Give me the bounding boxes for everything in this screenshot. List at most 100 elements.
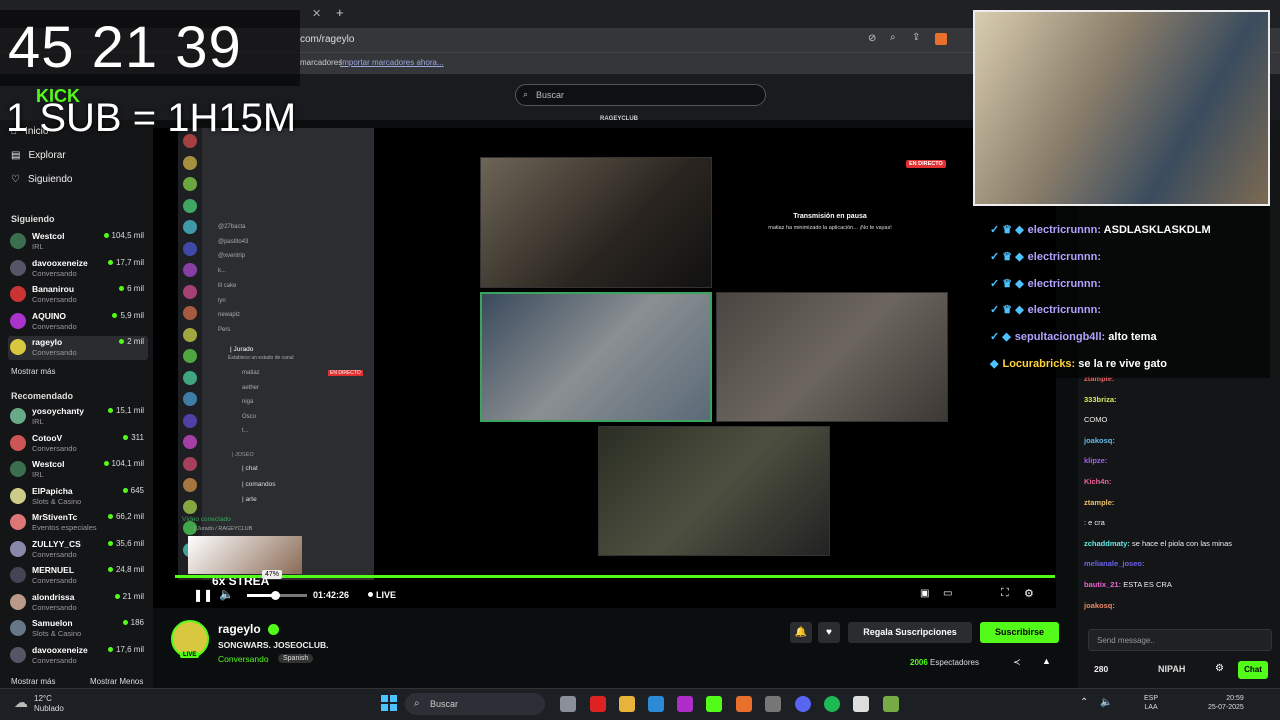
server-icon[interactable]	[183, 456, 197, 471]
settings-icon[interactable]: ⚙	[1024, 587, 1034, 600]
speaker-icon[interactable]: 🔈	[1100, 697, 1112, 708]
show-more-recommended[interactable]: Mostrar más	[11, 677, 55, 686]
chat-settings-icon[interactable]: ⚙	[1215, 663, 1224, 674]
server-icon[interactable]	[183, 392, 197, 406]
channel-item[interactable]: Westcol IRL 104,5 mil	[8, 230, 148, 254]
taskbar-search[interactable]: ⌕ Buscar	[405, 693, 545, 715]
live-indicator[interactable]: LIVE	[368, 590, 396, 600]
minecraft-icon[interactable]	[883, 696, 899, 712]
kick-app-icon[interactable]	[706, 696, 722, 712]
server-icon[interactable]	[183, 306, 197, 320]
discord-voice-user[interactable]: t...	[242, 428, 249, 434]
chat-username[interactable]: joakosq:	[1084, 436, 1115, 445]
discord-user[interactable]: @27bacta	[218, 224, 245, 230]
channel-item[interactable]: MERNUEL Conversando 24,8 mil	[8, 564, 148, 588]
server-icon[interactable]	[183, 499, 197, 514]
chat-username[interactable]: joakosq:	[1084, 601, 1115, 610]
discord-voice-user[interactable]: niga	[242, 399, 253, 405]
app-icon[interactable]	[853, 696, 869, 712]
spotify-icon[interactable]	[824, 696, 840, 712]
server-icon[interactable]	[183, 370, 197, 385]
discord-user[interactable]: lyn	[218, 298, 226, 304]
discord-user[interactable]: k...	[218, 268, 226, 274]
server-icon[interactable]	[183, 413, 197, 428]
brave-icon[interactable]	[736, 696, 752, 712]
file-explorer-icon[interactable]	[619, 696, 635, 712]
server-icon[interactable]	[183, 349, 197, 363]
server-icon[interactable]	[183, 435, 197, 449]
chevron-up-icon[interactable]: ⌃	[1080, 697, 1088, 708]
search-input[interactable]: ⌕ Buscar	[515, 84, 766, 106]
discord-text-channel[interactable]: | chat	[242, 465, 258, 472]
discord-text-channel[interactable]: | comandos	[242, 481, 275, 488]
tracking-icon[interactable]: ⊘	[868, 33, 876, 44]
server-icon[interactable]	[183, 478, 197, 492]
chat-username[interactable]: melianale_joseo:	[1084, 559, 1144, 568]
discord-voice-user[interactable]: Osco	[242, 414, 256, 420]
report-icon[interactable]: ▲	[1042, 656, 1051, 666]
discord-user[interactable]: @xventrip	[218, 253, 245, 259]
server-icon[interactable]	[183, 284, 197, 299]
chat-username[interactable]: klipze:	[1084, 456, 1107, 465]
url-text[interactable]: com/rageylo	[300, 34, 354, 45]
fullscreen-icon[interactable]: ⛶	[1001, 587, 1009, 600]
channel-item[interactable]: ZULLYY_CS Conversando 35,6 mil	[8, 538, 148, 562]
show-more-following[interactable]: Mostrar más	[11, 367, 55, 376]
show-less-button[interactable]: Mostrar Menos	[90, 677, 143, 686]
discord-voice-user[interactable]: aether	[242, 385, 259, 391]
zoom-icon[interactable]: ⌕	[890, 32, 896, 43]
chat-username[interactable]: 333briza:	[1084, 395, 1117, 404]
discord-user[interactable]: newaplz	[218, 312, 240, 318]
discord-channel-jurado[interactable]: | Jurado	[230, 346, 253, 353]
progress-bar[interactable]	[175, 575, 1055, 578]
follow-heart-icon[interactable]: ♥	[818, 622, 840, 643]
brave-shield-icon[interactable]	[935, 33, 947, 45]
discord-user[interactable]: @pastito43	[218, 239, 248, 245]
pause-icon[interactable]: ❚❚	[193, 588, 213, 602]
discord-icon[interactable]	[795, 696, 811, 712]
volume-icon[interactable]: 🔈	[219, 587, 234, 601]
chat-username[interactable]: ztample:	[1084, 498, 1114, 507]
server-icon[interactable]	[183, 263, 197, 277]
edge-icon[interactable]	[648, 696, 664, 712]
server-icon[interactable]	[183, 241, 197, 256]
channel-item[interactable]: MrStivenTc Eventos especiales 66,2 mil	[8, 511, 148, 535]
chat-send-button[interactable]: Chat	[1238, 661, 1268, 679]
channel-item[interactable]: CotooV Conversando 311	[8, 432, 148, 456]
channel-item[interactable]: rageylo Conversando 2 mil	[8, 336, 148, 360]
obs-icon[interactable]	[765, 696, 781, 712]
channel-item[interactable]: davooxeneize Conversando 17,7 mil	[8, 257, 148, 281]
task-view-icon[interactable]	[560, 696, 576, 712]
nav-siguiendo[interactable]: ♡ Siguiendo	[11, 174, 72, 185]
theater-icon[interactable]: ▭	[943, 588, 952, 599]
server-icon[interactable]	[183, 220, 197, 234]
channel-item[interactable]: AQUINO Conversando 5,9 mil	[8, 310, 148, 334]
channel-item[interactable]: alondrissa Conversando 21 mil	[8, 591, 148, 615]
stream-category[interactable]: Conversando	[218, 654, 269, 664]
import-bookmarks-link[interactable]: Importar marcadores ahora...	[340, 58, 444, 67]
miniplayer-icon[interactable]: ▣	[920, 588, 929, 599]
share-icon[interactable]: ⇪	[912, 32, 920, 43]
new-tab-icon[interactable]: +	[336, 5, 344, 20]
language-tag[interactable]: Spanish	[278, 654, 314, 663]
weather-widget[interactable]: 12°C Nublado	[34, 694, 64, 714]
channel-points[interactable]: 280	[1094, 664, 1108, 674]
volume-slider[interactable]	[247, 591, 307, 600]
close-tab-icon[interactable]: ✕	[312, 7, 321, 20]
opera-icon[interactable]	[590, 696, 606, 712]
discord-text-channel[interactable]: | arte	[242, 496, 257, 503]
server-icon[interactable]	[183, 327, 197, 342]
chat-username[interactable]: bautix_21:	[1084, 580, 1121, 589]
channel-item[interactable]: Samuelon Slots & Casino 186	[8, 617, 148, 641]
system-clock[interactable]: 20:59 25-07-2025	[1208, 694, 1244, 712]
channel-item[interactable]: ElPapicha Slots & Casino 645	[8, 485, 148, 509]
discord-voice-user[interactable]: matiaz	[242, 370, 260, 376]
windows-start-icon[interactable]	[381, 695, 397, 711]
server-icon[interactable]	[183, 198, 197, 213]
streamer-name[interactable]: rageylo	[218, 622, 261, 636]
channel-item[interactable]: Bananirou Conversando 6 mil	[8, 283, 148, 307]
channel-item[interactable]: davooxeneize Conversando 17,6 mil	[8, 644, 148, 668]
discord-user[interactable]: lil cake	[218, 283, 236, 289]
server-icon[interactable]	[183, 155, 197, 170]
chat-input[interactable]: Send message..	[1088, 629, 1272, 651]
